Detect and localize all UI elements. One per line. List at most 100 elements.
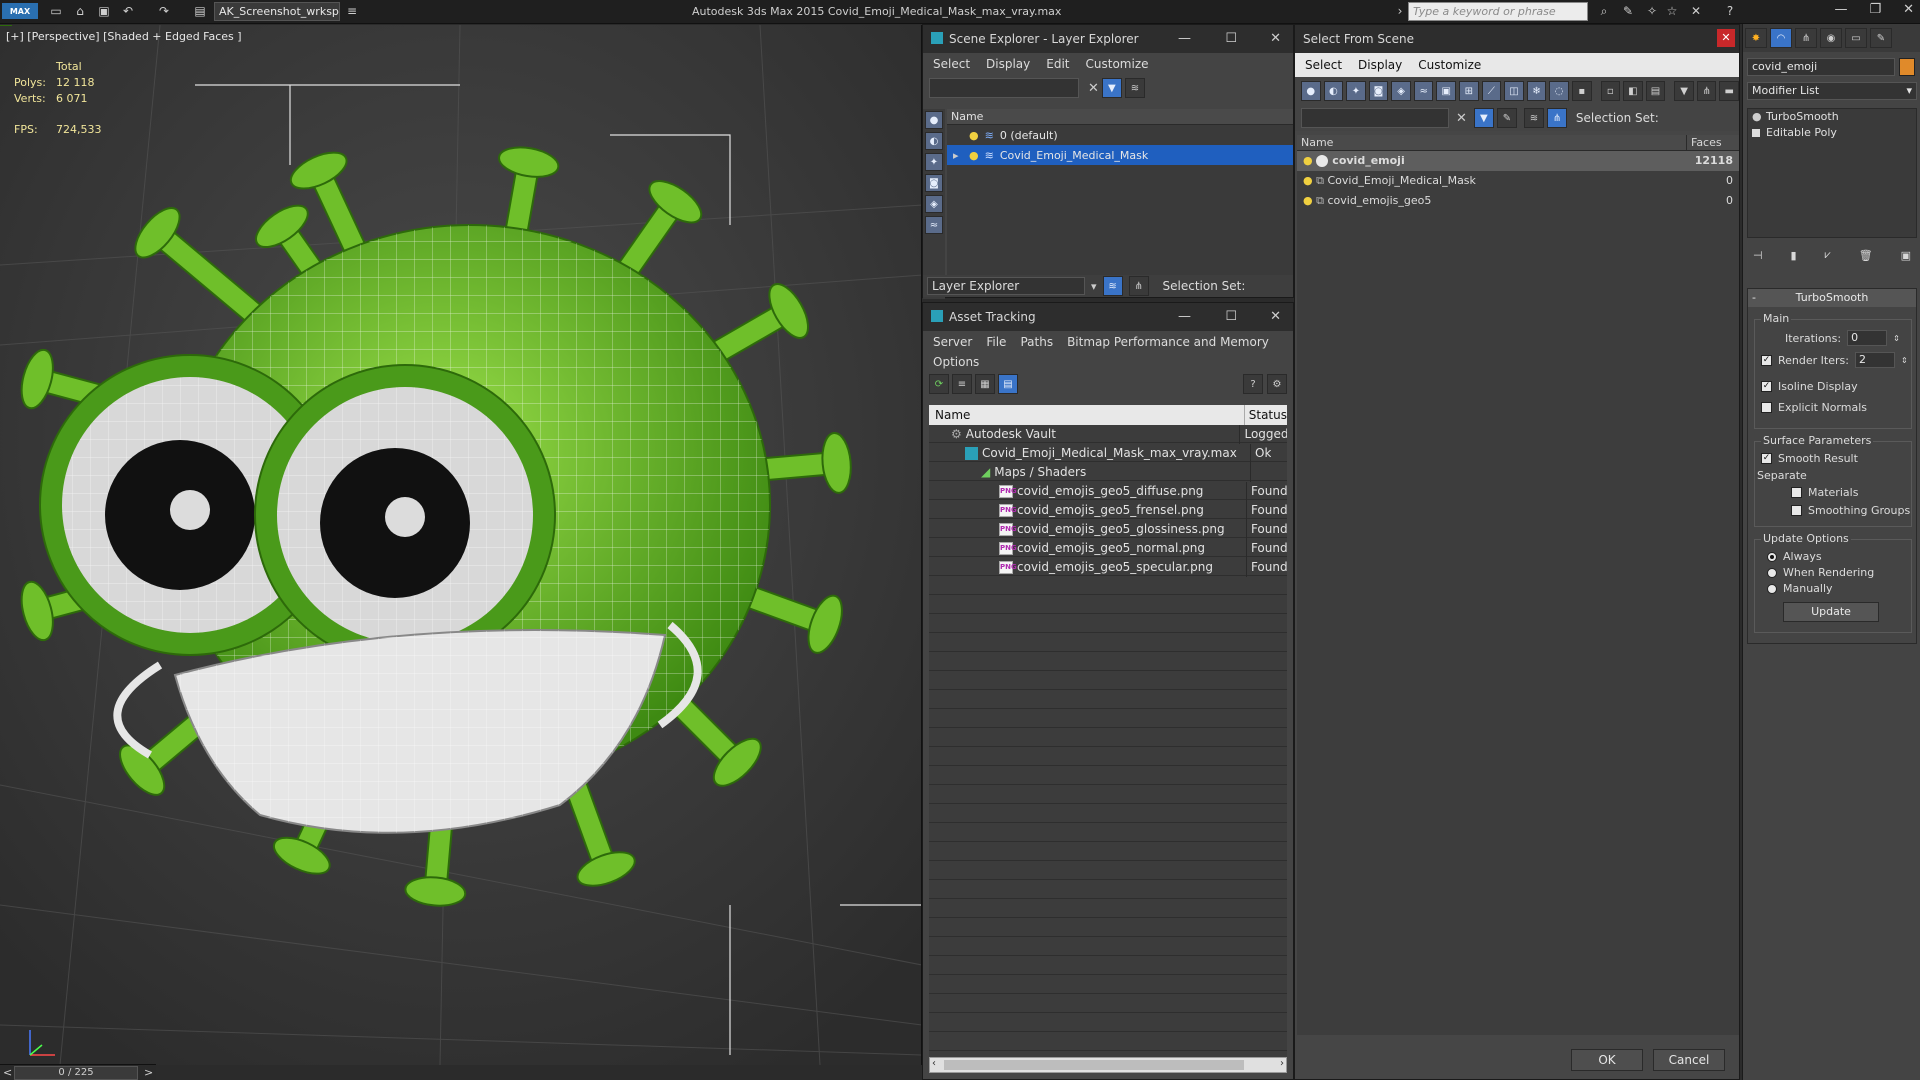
find-input[interactable]: [1301, 108, 1449, 128]
asset-row[interactable]: PNGcovid_emojis_geo5_specular.png Found: [929, 558, 1287, 577]
display-shapes-icon[interactable]: ◐: [925, 132, 943, 150]
layer-row[interactable]: ● ≋ 0 (default): [947, 125, 1293, 145]
app-logo-icon[interactable]: MAX: [2, 3, 38, 19]
settings-icon[interactable]: ⚙: [1267, 374, 1287, 394]
select-all-icon[interactable]: ▤: [1645, 81, 1666, 101]
column-name-header[interactable]: Name: [929, 405, 1245, 425]
display-helpers-icon[interactable]: ◈: [925, 195, 943, 213]
filter-groups-icon[interactable]: ▣: [1436, 81, 1457, 101]
search-arrow-icon[interactable]: ›: [1392, 3, 1408, 19]
light-bulb-icon[interactable]: ●: [1752, 109, 1762, 125]
menu-options[interactable]: Options: [933, 355, 979, 369]
prev-frame-icon[interactable]: <: [3, 1066, 12, 1079]
materials-checkbox[interactable]: [1791, 487, 1802, 498]
remove-modifier-icon[interactable]: 🗑: [1859, 249, 1873, 262]
workspace-menu-icon[interactable]: ≡: [344, 3, 360, 19]
subscription-icon[interactable]: ✧: [1644, 3, 1660, 19]
filter-containers-icon[interactable]: ◫: [1504, 81, 1524, 101]
display-spacewarps-icon[interactable]: ≈: [925, 216, 943, 234]
open-file-icon[interactable]: ⌂: [72, 3, 88, 19]
asset-row[interactable]: PNGcovid_emojis_geo5_diffuse.png Found: [929, 482, 1287, 501]
save-file-icon[interactable]: ▣: [96, 3, 112, 19]
horizontal-scrollbar[interactable]: ‹ ›: [929, 1057, 1287, 1073]
show-end-result-icon[interactable]: ▮: [1791, 249, 1797, 262]
undo-icon[interactable]: ↶: [120, 3, 136, 19]
asset-row[interactable]: PNGcovid_emojis_geo5_normal.png Found: [929, 539, 1287, 558]
spinner-arrows-icon[interactable]: ⇕: [1893, 334, 1900, 343]
select-children-icon[interactable]: ✎: [1496, 108, 1517, 128]
hierarchy-filter-icon[interactable]: ⋔: [1696, 81, 1717, 101]
motion-tab-icon[interactable]: ◉: [1820, 28, 1842, 48]
column-name-header[interactable]: Name: [947, 109, 1293, 125]
light-bulb-icon[interactable]: ●: [969, 129, 979, 142]
filter-helpers-icon[interactable]: ◈: [1391, 81, 1411, 101]
object-row[interactable]: ● ⧉ covid_emojis_geo5 0: [1297, 191, 1739, 211]
light-bulb-icon[interactable]: ●: [1303, 174, 1313, 187]
make-unique-icon[interactable]: ⩗: [1825, 248, 1831, 262]
close-icon[interactable]: ✕: [1270, 31, 1281, 46]
menu-display[interactable]: Display: [1358, 58, 1402, 72]
collapse-icon[interactable]: ▬: [1719, 81, 1739, 101]
binoculars-icon[interactable]: ⌕: [1596, 3, 1612, 19]
configure-sets-icon[interactable]: ▣: [1901, 249, 1911, 262]
light-bulb-icon[interactable]: ●: [969, 149, 979, 162]
invert-display-icon[interactable]: ◧: [1623, 81, 1643, 101]
iterations-spinner[interactable]: 0: [1847, 330, 1888, 346]
asset-tracking-titlebar[interactable]: Asset Tracking — ☐ ✕: [923, 303, 1293, 331]
ok-button[interactable]: OK: [1571, 1049, 1643, 1071]
filter-shapes-icon[interactable]: ◐: [1323, 81, 1344, 101]
asset-row[interactable]: ⚙ Autodesk Vault Logged: [929, 425, 1287, 444]
column-faces-header[interactable]: Faces: [1687, 135, 1722, 150]
clear-search-icon[interactable]: ✕: [1088, 81, 1099, 96]
minimize-icon[interactable]: —: [1178, 309, 1191, 324]
column-status-header[interactable]: Status: [1245, 405, 1287, 425]
sort-by-layers-icon[interactable]: ≋: [1102, 276, 1123, 296]
filter-geometry-icon[interactable]: ●: [1301, 81, 1321, 101]
tools-icon[interactable]: ✎: [1620, 3, 1636, 19]
funnel-icon[interactable]: ▼: [1674, 81, 1694, 101]
expand-arrow-icon[interactable]: ▸: [953, 149, 959, 162]
light-bulb-icon[interactable]: ●: [1303, 154, 1313, 167]
display-all-icon[interactable]: ▪: [1571, 81, 1592, 101]
scroll-right-icon[interactable]: ›: [1280, 1058, 1284, 1069]
pin-stack-icon[interactable]: ⊣: [1753, 249, 1763, 262]
filter-xrefs-icon[interactable]: ⊞: [1459, 81, 1479, 101]
dropdown-arrow-icon[interactable]: ▾: [1091, 280, 1097, 293]
explorer-type-dropdown[interactable]: Layer Explorer: [927, 277, 1085, 295]
object-color-swatch[interactable]: [1899, 58, 1915, 76]
light-bulb-icon[interactable]: ●: [1303, 194, 1313, 207]
filter-bones-icon[interactable]: ⟋: [1481, 81, 1502, 101]
refresh-icon[interactable]: ⟳: [929, 374, 949, 394]
menu-paths[interactable]: Paths: [1020, 335, 1053, 349]
list-view-icon[interactable]: ≡: [952, 374, 972, 394]
workspace-select[interactable]: AK_Screenshot_wrksp: [214, 2, 340, 21]
close-icon[interactable]: ✕: [1903, 2, 1914, 17]
search-input[interactable]: Type a keyword or phrase: [1408, 2, 1588, 21]
minimize-icon[interactable]: —: [1178, 31, 1191, 46]
filter-icon[interactable]: ▼: [1473, 108, 1494, 128]
spinner-arrows-icon[interactable]: ⇕: [1901, 356, 1908, 365]
when-rendering-radio[interactable]: [1767, 567, 1777, 578]
minimize-icon[interactable]: —: [1834, 2, 1847, 17]
layer-row-selected[interactable]: ▸ ● ≋ Covid_Emoji_Medical_Mask: [947, 145, 1293, 165]
close-icon[interactable]: ✕: [1270, 309, 1281, 324]
modify-tab-icon[interactable]: ◠: [1770, 28, 1792, 48]
menu-customize[interactable]: Customize: [1418, 58, 1481, 72]
smooth-result-checkbox[interactable]: ✓: [1761, 453, 1772, 464]
manually-radio[interactable]: [1767, 583, 1777, 594]
filter-lights-icon[interactable]: ✦: [1346, 81, 1366, 101]
table-view-icon[interactable]: ▤: [998, 374, 1018, 394]
find-input[interactable]: [929, 78, 1079, 98]
explicit-normals-checkbox[interactable]: [1761, 402, 1772, 413]
layer-tools-icon[interactable]: ≋: [1124, 78, 1145, 98]
sort-by-layers-icon[interactable]: ≋: [1523, 108, 1544, 128]
help-icon[interactable]: ?: [1243, 374, 1263, 394]
filter-frozen-icon[interactable]: ❄: [1526, 81, 1547, 101]
display-none-icon[interactable]: ▫: [1600, 81, 1621, 101]
close-icon[interactable]: ✕: [1717, 29, 1735, 47]
isoline-checkbox[interactable]: ✓: [1761, 381, 1772, 392]
menu-file[interactable]: File: [986, 335, 1006, 349]
close-tools-icon[interactable]: ✕: [1688, 3, 1704, 19]
object-row-selected[interactable]: ● covid_emoji 12118: [1297, 151, 1739, 171]
asset-row[interactable]: ◢ Maps / Shaders: [929, 463, 1287, 482]
